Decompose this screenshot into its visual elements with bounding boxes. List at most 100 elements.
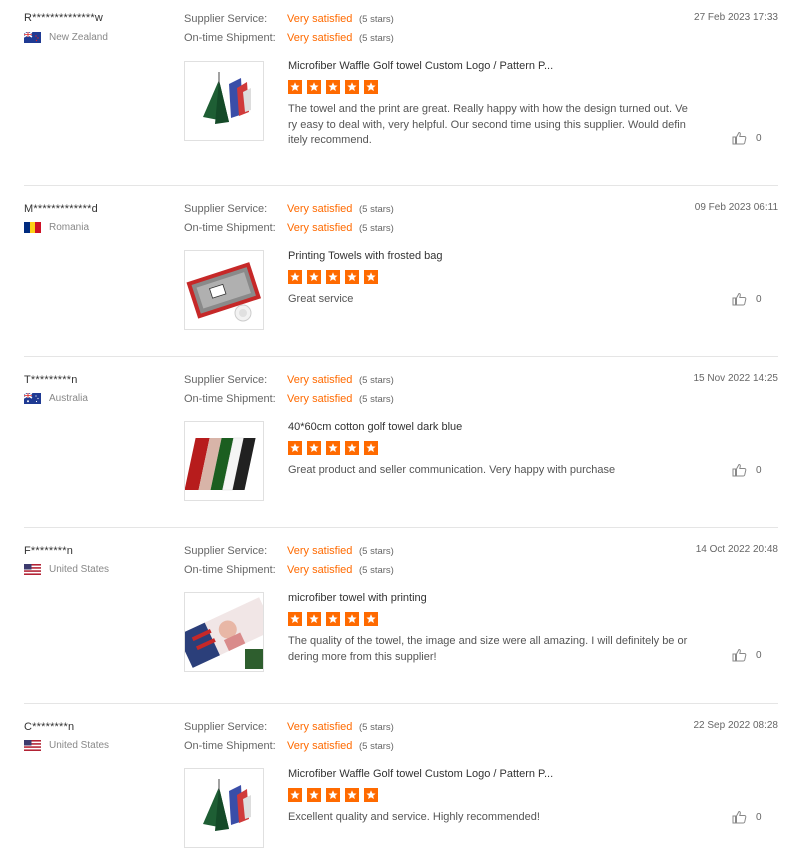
thumbs-up-icon bbox=[732, 810, 747, 824]
country-name: New Zealand bbox=[49, 32, 108, 43]
thumbs-up-icon bbox=[732, 648, 747, 662]
review-date: 09 Feb 2023 06:11 bbox=[694, 202, 778, 213]
star-icon bbox=[288, 270, 302, 284]
star-icon bbox=[288, 80, 302, 94]
like-count: 0 bbox=[756, 293, 762, 305]
buyer-name: F********n bbox=[24, 545, 74, 557]
product-thumbnail[interactable] bbox=[184, 61, 264, 141]
product-name-link[interactable]: 40*60cm cotton golf towel dark blue bbox=[288, 421, 462, 433]
rating-stars bbox=[288, 788, 383, 802]
supplier-service-rating: Very satisfied bbox=[287, 374, 353, 386]
on-time-shipment-label: On-time Shipment: bbox=[184, 393, 276, 405]
supplier-service-stars: (5 stars) bbox=[359, 204, 394, 215]
product-name-link[interactable]: Printing Towels with frosted bag bbox=[288, 250, 443, 262]
product-thumbnail[interactable] bbox=[184, 250, 264, 330]
product-name-link[interactable]: Microfiber Waffle Golf towel Custom Logo… bbox=[288, 60, 553, 72]
buyer-country: United States bbox=[24, 740, 109, 751]
supplier-service-rating: Very satisfied bbox=[287, 203, 353, 215]
country-name: Australia bbox=[49, 393, 88, 404]
product-name-link[interactable]: microfiber towel with printing bbox=[288, 592, 427, 604]
star-icon bbox=[307, 441, 321, 455]
like-count: 0 bbox=[756, 811, 762, 823]
flag-new-zealand-icon bbox=[24, 32, 41, 43]
review-divider bbox=[24, 185, 778, 186]
star-icon bbox=[326, 441, 340, 455]
review-comment: The quality of the towel, the image and … bbox=[288, 635, 688, 663]
like-button[interactable]: 0 bbox=[732, 463, 762, 477]
review-date: 22 Sep 2022 08:28 bbox=[693, 720, 778, 731]
star-icon bbox=[345, 788, 359, 802]
supplier-service-stars: (5 stars) bbox=[359, 14, 394, 25]
supplier-service-label: Supplier Service: bbox=[184, 374, 268, 386]
star-icon bbox=[364, 80, 378, 94]
like-button[interactable]: 0 bbox=[732, 131, 762, 145]
on-time-shipment-label: On-time Shipment: bbox=[184, 564, 276, 576]
flag-united-states-icon bbox=[24, 564, 41, 575]
rating-stars bbox=[288, 270, 383, 284]
thumbs-up-icon bbox=[732, 463, 747, 477]
printed-microfiber-towel-image bbox=[185, 597, 263, 669]
star-icon bbox=[307, 612, 321, 626]
review-divider bbox=[24, 356, 778, 357]
star-icon bbox=[326, 612, 340, 626]
like-button[interactable]: 0 bbox=[732, 810, 762, 824]
review-date: 15 Nov 2022 14:25 bbox=[693, 373, 778, 384]
buyer-name: T*********n bbox=[24, 374, 78, 386]
supplier-service-rating: Very satisfied bbox=[287, 545, 353, 557]
like-button[interactable]: 0 bbox=[732, 292, 762, 306]
rating-stars bbox=[288, 612, 383, 626]
star-icon bbox=[345, 441, 359, 455]
buyer-country: United States bbox=[24, 564, 109, 575]
product-thumbnail[interactable] bbox=[184, 421, 264, 501]
review-comment: Excellent quality and service. Highly re… bbox=[288, 811, 540, 823]
star-icon bbox=[326, 80, 340, 94]
like-count: 0 bbox=[756, 132, 762, 144]
star-icon bbox=[326, 270, 340, 284]
star-icon bbox=[288, 612, 302, 626]
thumbs-up-icon bbox=[732, 292, 747, 306]
star-icon bbox=[364, 270, 378, 284]
supplier-service-stars: (5 stars) bbox=[359, 722, 394, 733]
on-time-shipment-stars: (5 stars) bbox=[359, 33, 394, 44]
supplier-service-rating: Very satisfied bbox=[287, 13, 353, 25]
review-comment: The towel and the print are great. Reall… bbox=[288, 103, 688, 146]
review-divider bbox=[24, 703, 778, 704]
golf-towel-image bbox=[203, 779, 251, 831]
rating-stars bbox=[288, 80, 383, 94]
on-time-shipment-label: On-time Shipment: bbox=[184, 32, 276, 44]
product-thumbnail[interactable] bbox=[184, 768, 264, 848]
product-thumbnail[interactable] bbox=[184, 592, 264, 672]
flag-romania-icon bbox=[24, 222, 41, 233]
star-icon bbox=[288, 788, 302, 802]
buyer-country: Romania bbox=[24, 222, 89, 233]
on-time-shipment-label: On-time Shipment: bbox=[184, 740, 276, 752]
buyer-name: M*************d bbox=[24, 203, 98, 215]
on-time-shipment-rating: Very satisfied bbox=[287, 564, 353, 576]
golf-towel-image bbox=[203, 72, 251, 124]
star-icon bbox=[307, 270, 321, 284]
product-name-link[interactable]: Microfiber Waffle Golf towel Custom Logo… bbox=[288, 768, 553, 780]
star-icon bbox=[364, 441, 378, 455]
supplier-service-label: Supplier Service: bbox=[184, 203, 268, 215]
on-time-shipment-rating: Very satisfied bbox=[287, 740, 353, 752]
like-count: 0 bbox=[756, 464, 762, 476]
review-date: 27 Feb 2023 17:33 bbox=[694, 12, 778, 23]
on-time-shipment-stars: (5 stars) bbox=[359, 741, 394, 752]
on-time-shipment-stars: (5 stars) bbox=[359, 394, 394, 405]
on-time-shipment-rating: Very satisfied bbox=[287, 393, 353, 405]
like-button[interactable]: 0 bbox=[732, 648, 762, 662]
star-icon bbox=[307, 80, 321, 94]
like-count: 0 bbox=[756, 649, 762, 661]
buyer-name: C********n bbox=[24, 721, 75, 733]
star-icon bbox=[326, 788, 340, 802]
review-comment: Great service bbox=[288, 293, 354, 305]
on-time-shipment-stars: (5 stars) bbox=[359, 223, 394, 234]
star-icon bbox=[345, 80, 359, 94]
review-date: 14 Oct 2022 20:48 bbox=[695, 544, 778, 555]
buyer-country: New Zealand bbox=[24, 32, 108, 43]
golf-towels-image bbox=[185, 437, 256, 491]
country-name: United States bbox=[49, 564, 110, 575]
on-time-shipment-label: On-time Shipment: bbox=[184, 222, 276, 234]
on-time-shipment-stars: (5 stars) bbox=[359, 565, 394, 576]
star-icon bbox=[345, 612, 359, 626]
